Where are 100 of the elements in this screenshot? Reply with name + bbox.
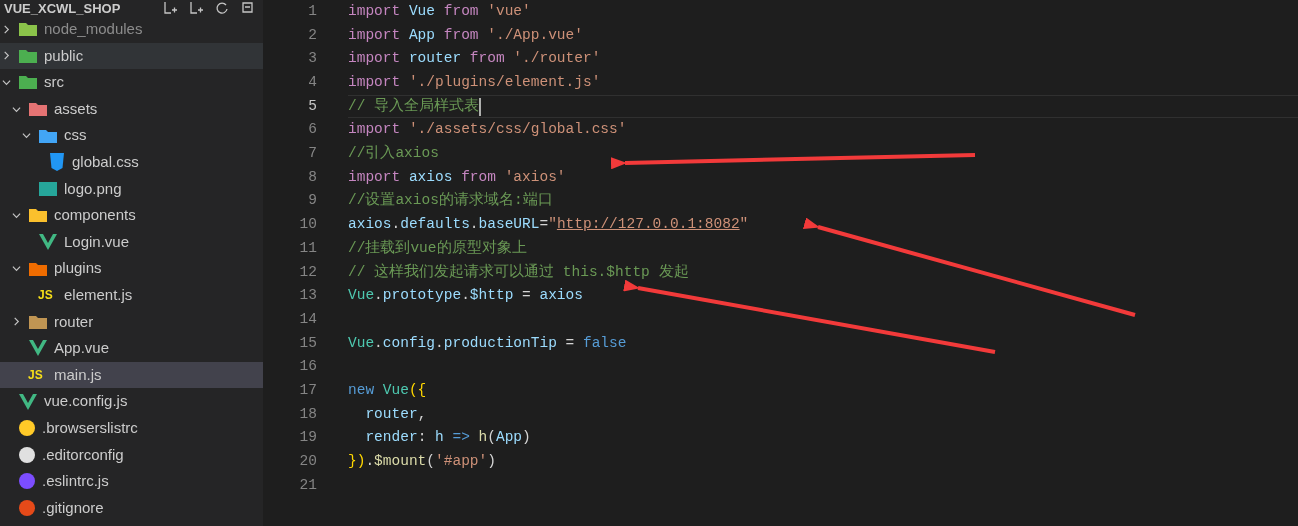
- folder-icon: [18, 47, 38, 64]
- file-name: assets: [54, 98, 98, 119]
- code-line: new Vue({: [348, 380, 427, 400]
- tree-item[interactable]: global.css: [0, 148, 263, 176]
- config-file-icon: [18, 419, 36, 438]
- file-name: App.vue: [54, 338, 110, 359]
- line-number: 11: [298, 238, 317, 258]
- file-name: Login.vue: [64, 231, 130, 252]
- chevron-icon: [2, 51, 11, 61]
- tree-item[interactable]: assets: [0, 95, 263, 123]
- file-name: css: [64, 125, 87, 146]
- line-number: 13: [298, 286, 317, 306]
- code-line: router,: [364, 404, 427, 424]
- file-name: vue.config.js: [44, 391, 128, 412]
- tree-item[interactable]: router: [0, 308, 263, 336]
- chevron-icon: [12, 317, 21, 327]
- file-name: node_modules: [44, 19, 143, 40]
- tree-item[interactable]: plugins: [0, 255, 263, 282]
- file-name: .eslintrc.js: [42, 471, 109, 492]
- line-number: 8: [307, 167, 317, 187]
- file-name: global.css: [72, 152, 139, 172]
- tree-item[interactable]: logo.png: [0, 175, 263, 203]
- folder-icon: [28, 207, 48, 224]
- code-line: // 这样我们发起请求可以通过 this.$http 发起: [348, 262, 689, 282]
- js-file-icon: JS: [38, 286, 58, 305]
- code-line: //挂载到vue的原型对象上: [348, 238, 527, 258]
- config-file-icon: [18, 499, 36, 517]
- line-number: 17: [298, 380, 317, 400]
- tree-item[interactable]: .eslintrc.js: [0, 468, 263, 495]
- tree-item[interactable]: vue.config.js: [0, 388, 263, 415]
- chevron-icon: [2, 24, 11, 34]
- tree-item[interactable]: src: [0, 69, 263, 96]
- v-logo-icon: [18, 392, 38, 411]
- file-name: .editorconfig: [42, 444, 124, 465]
- chevron-icon: [12, 104, 21, 114]
- tree-item[interactable]: .browserslistrc: [0, 414, 263, 442]
- file-name: src: [44, 72, 64, 93]
- tree-item[interactable]: .editorconfig: [0, 441, 263, 469]
- line-number: 7: [307, 144, 317, 164]
- file-name: .browserslistrc: [42, 417, 138, 438]
- file-name: .gitignore: [42, 497, 104, 518]
- line-number: 9: [307, 191, 317, 211]
- code-line: axios.defaults.baseURL="http://127.0.0.1:8082": [348, 215, 749, 235]
- tree-item[interactable]: .gitignore: [0, 494, 263, 522]
- code-line: import router from './router': [348, 49, 601, 69]
- config-file-icon: [18, 445, 36, 464]
- line-number: 20: [298, 452, 317, 472]
- code-line: import './assets/css/global.css': [348, 120, 627, 140]
- line-number: 2: [307, 25, 317, 45]
- code-line: }).$mount('#app'): [348, 452, 496, 472]
- code-line: //设置axios的请求域名:端口: [348, 190, 553, 211]
- line-number: 4: [307, 73, 317, 93]
- folder-icon: [18, 21, 38, 38]
- line-number: 10: [298, 215, 317, 235]
- chevron-icon: [12, 264, 21, 274]
- code-line: Vue.config.productionTip = false: [348, 333, 627, 353]
- folder-icon: [28, 101, 48, 118]
- tree-item[interactable]: components: [0, 202, 263, 229]
- file-name: plugins: [54, 258, 102, 279]
- line-number: 21: [298, 475, 317, 495]
- line-number: 1: [307, 1, 317, 21]
- code-line: import axios from 'axios': [348, 167, 566, 187]
- tree-item[interactable]: JS main.js: [0, 361, 263, 389]
- code-line: import Vue from 'vue': [348, 1, 531, 21]
- refresh-icon[interactable]: [215, 1, 229, 15]
- line-number: 3: [307, 49, 317, 69]
- file-name: router: [54, 311, 94, 332]
- code-line: import './plugins/element.js': [348, 73, 601, 93]
- tree-item[interactable]: css: [0, 122, 263, 149]
- new-file-icon[interactable]: [163, 1, 177, 15]
- image-icon: [38, 180, 58, 197]
- line-number: 19: [298, 428, 317, 448]
- chevron-icon: [12, 210, 21, 220]
- tree-item[interactable]: public: [0, 42, 263, 70]
- code-line: Vue.prototype.$http = axios: [348, 286, 583, 306]
- folder-icon: [28, 313, 48, 330]
- text-cursor: [479, 97, 482, 116]
- line-number: 6: [307, 120, 317, 140]
- collapse-icon[interactable]: [241, 1, 255, 15]
- file-name: main.js: [54, 364, 102, 385]
- tree-item[interactable]: Login.vue: [0, 228, 263, 256]
- line-number: 18: [298, 404, 317, 424]
- code-line: // 导入全局样式表: [348, 96, 480, 116]
- line-number: 12: [298, 262, 317, 282]
- chevron-icon: [22, 131, 31, 141]
- project-title: VUE_XCWL_SHOP: [4, 1, 121, 15]
- tree-item[interactable]: JS element.js: [0, 281, 263, 309]
- config-file-icon: [18, 472, 36, 491]
- new-folder-icon[interactable]: [189, 1, 203, 15]
- file-name: logo.png: [64, 178, 122, 199]
- chevron-icon: [2, 78, 11, 87]
- folder-icon: [28, 260, 48, 277]
- tree-item[interactable]: node_modules: [0, 16, 263, 43]
- css-shield-icon: [48, 152, 66, 173]
- line-number: 16: [298, 357, 317, 377]
- line-number: 5: [307, 96, 317, 116]
- file-name: components: [54, 205, 136, 226]
- js-file-icon: JS: [28, 366, 48, 384]
- tree-item[interactable]: App.vue: [0, 335, 263, 362]
- v-logo-icon: [38, 233, 58, 252]
